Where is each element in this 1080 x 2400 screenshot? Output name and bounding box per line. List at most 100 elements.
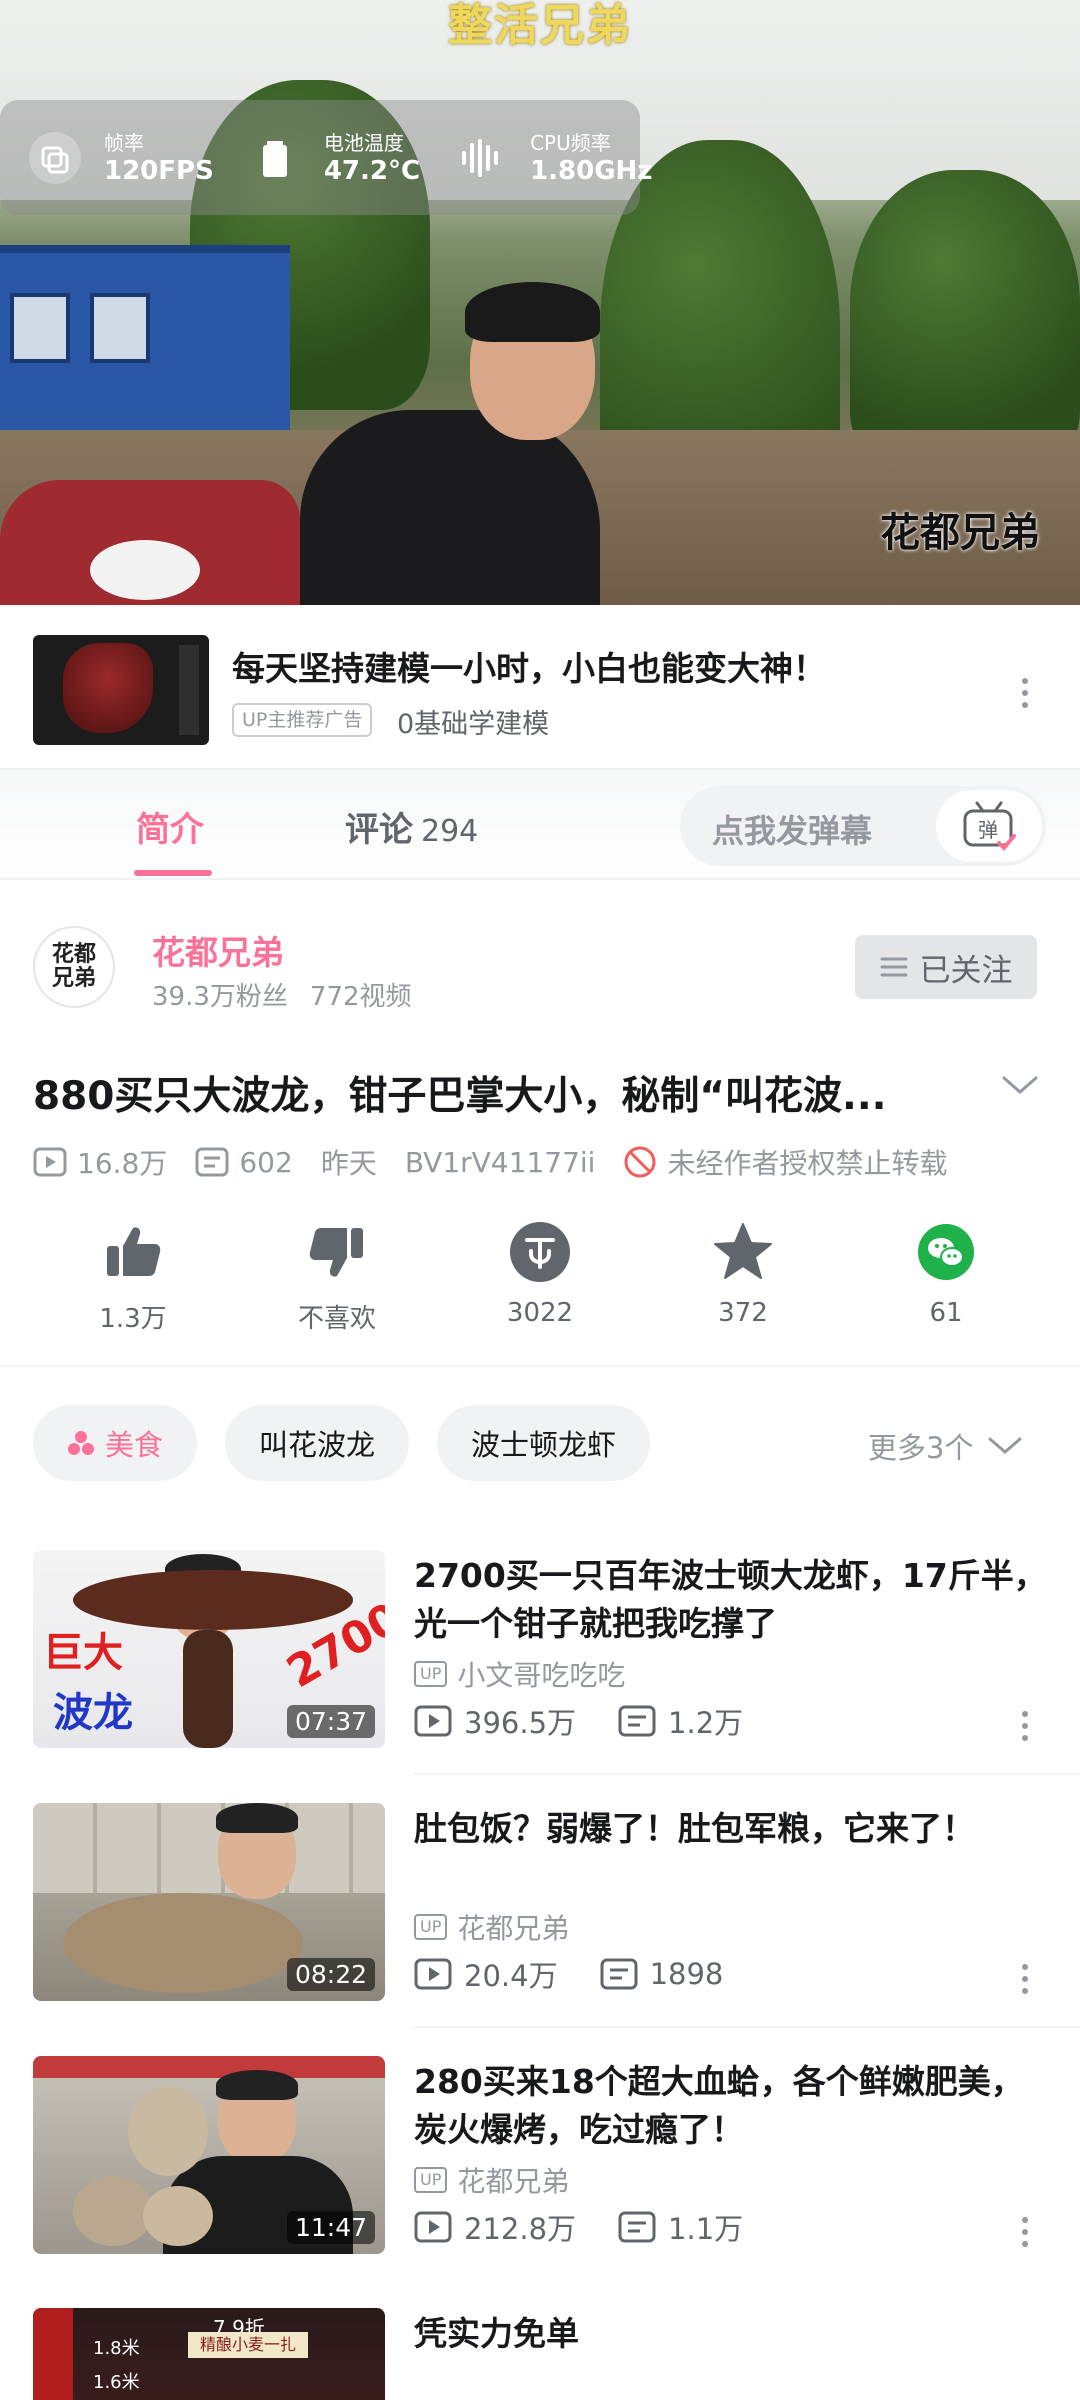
share-button[interactable]: 61: [871, 1220, 1021, 1328]
tab-intro[interactable]: 简介: [136, 802, 204, 851]
section-divider: [0, 1365, 1080, 1367]
video-scene-tree: [850, 170, 1080, 470]
more-tags-label: 更多3个: [868, 1431, 974, 1465]
danmaku-count: 602: [195, 1146, 293, 1179]
cpu-stat: CPU频率 1.80GHz: [454, 130, 652, 186]
tag-chip[interactable]: 叫花波龙: [225, 1405, 410, 1481]
video-duration: 11:47: [286, 2211, 375, 2244]
video-meta: 16.8万 602 昨天 BV1rV41177ii 未经作者授权禁止转载: [33, 1142, 975, 1182]
related-thumbnail[interactable]: 巨大 波龙 2700 07:37: [33, 1550, 385, 1748]
danmaku-count-icon: [600, 1958, 638, 1990]
cpu-freq-value: 1.80GHz: [530, 155, 653, 186]
cpu-freq-label: CPU频率: [530, 130, 611, 155]
related-views: 20.4万: [414, 1953, 558, 1995]
video-duration: 08:22: [286, 1958, 375, 1991]
related-thumbnail[interactable]: 7.9折 1.8米 精酿小麦一扎 1.6米: [33, 2308, 385, 2400]
battery-stat: 电池温度 47.2°C: [248, 130, 420, 186]
follow-label: 已关注: [919, 952, 1013, 989]
tab-active-indicator: [134, 870, 212, 876]
ad-thumbnail[interactable]: [33, 635, 209, 745]
ad-title[interactable]: 每天坚持建模一小时，小白也能变大神！: [232, 642, 826, 690]
related-title[interactable]: 2700买一只百年波士顿大龙虾，17斤半，光一个钳子就把我吃撑了: [414, 1552, 1054, 1648]
coin-icon: [508, 1220, 572, 1284]
related-title[interactable]: 肚包饭？弱爆了！肚包军粮，它来了！: [414, 1805, 1054, 1853]
related-thumbnail[interactable]: 11:47: [33, 2056, 385, 2254]
tab-comments-label: 评论: [345, 810, 413, 850]
up-badge: UP: [414, 2167, 448, 2193]
follow-button[interactable]: 已关注: [855, 935, 1037, 999]
related-video-item[interactable]: 11:47 280买来18个超大血蛤，各个鲜嫩肥美，炭火爆烤，吃过瘾了！ UP 花…: [0, 2056, 1080, 2256]
danmaku-input[interactable]: 点我发弹幕 弹: [680, 786, 1046, 866]
fps-value: 120FPS: [104, 155, 214, 186]
video-duration: 07:37: [286, 1705, 375, 1738]
video-title[interactable]: 880买只大波龙，钳子巴掌大小，秘制“叫花波...: [33, 1065, 993, 1121]
more-icon[interactable]: [1020, 1961, 1030, 1997]
tab-comments[interactable]: 评论 294: [345, 802, 478, 851]
copyright-text: 未经作者授权禁止转载: [667, 1147, 948, 1180]
danmaku-count-icon: [618, 1705, 656, 1737]
related-views-value: 212.8万: [464, 2212, 577, 2246]
up-badge: UP: [414, 1914, 448, 1940]
more-icon[interactable]: [1020, 2214, 1030, 2250]
related-uploader-name: 小文哥吃吃吃: [457, 1659, 626, 1692]
video-overlay-title: 整活兄弟: [448, 0, 632, 51]
chevron-down-icon[interactable]: [1000, 1073, 1040, 1097]
tag-chip-food[interactable]: 美食: [33, 1405, 198, 1481]
more-tags-button[interactable]: 更多3个: [868, 1425, 1023, 1467]
related-views-value: 20.4万: [464, 1959, 558, 1993]
uploader-avatar[interactable]: 花都兄弟: [33, 926, 115, 1008]
tab-comments-count: 294: [421, 814, 479, 849]
video-scene-container: [0, 245, 290, 435]
tag-chip-label: 美食: [105, 1428, 164, 1462]
list-divider: [414, 1773, 1080, 1775]
related-title[interactable]: 凭实力免单: [414, 2310, 1054, 2358]
danmaku-button-text: 弹: [978, 818, 998, 842]
like-button[interactable]: 1.3万: [58, 1220, 208, 1335]
battery-temp-label: 电池温度: [323, 130, 404, 155]
related-stats: 396.5万 1.2万: [414, 1700, 785, 1742]
more-icon[interactable]: [1020, 1708, 1030, 1744]
related-views: 212.8万: [414, 2206, 576, 2248]
tag-chip[interactable]: 波士顿龙虾: [437, 1405, 651, 1481]
play-count-icon: [414, 2211, 452, 2243]
related-uploader-name: 花都兄弟: [457, 2165, 570, 2198]
battery-icon: [248, 131, 302, 185]
view-count-value: 16.8万: [77, 1147, 168, 1180]
favorite-button[interactable]: 372: [668, 1220, 818, 1328]
thumb-caption: 1.8米: [93, 2338, 140, 2359]
video-scene-scooter: [0, 480, 300, 605]
play-count-icon: [33, 1147, 67, 1177]
ad-badge: UP主推荐广告: [232, 703, 373, 737]
share-count: 61: [929, 1298, 963, 1328]
danmaku-placeholder: 点我发弹幕: [712, 812, 873, 850]
list-divider: [414, 2026, 1080, 2028]
video-scene-person: [300, 282, 600, 605]
related-video-item[interactable]: 巨大 波龙 2700 07:37 2700买一只百年波士顿大龙虾，17斤半，光一…: [0, 1550, 1080, 1750]
video-player[interactable]: 整活兄弟 帧率 120FPS 电池温度 47.2°C CPU频率 1.80GHz…: [0, 0, 1080, 605]
uploader-fans: 39.3万粉丝: [152, 982, 288, 1012]
related-video-item[interactable]: 08:22 肚包饭？弱爆了！肚包军粮，它来了！ UP 花都兄弟 20.4万 189…: [0, 1803, 1080, 2003]
related-danmaku: 1898: [600, 1957, 724, 1991]
related-thumbnail[interactable]: 08:22: [33, 1803, 385, 2001]
fps-stat: 帧率 120FPS: [28, 130, 214, 186]
performance-overlay: 帧率 120FPS 电池温度 47.2°C CPU频率 1.80GHz: [0, 100, 652, 215]
thumbs-down-icon: [305, 1220, 369, 1284]
thumb-caption: 精酿小麦一扎: [188, 2332, 308, 2358]
up-badge: UP: [414, 1661, 448, 1687]
dislike-button[interactable]: 不喜欢: [262, 1220, 412, 1335]
favorite-count: 372: [718, 1298, 768, 1328]
related-danmaku: 1.1万: [618, 2206, 743, 2248]
related-title[interactable]: 280买来18个超大血蛤，各个鲜嫩肥美，炭火爆烤，吃过瘾了！: [414, 2058, 1054, 2154]
related-danmaku-value: 1.2万: [668, 1706, 744, 1740]
related-views: 396.5万: [414, 1700, 576, 1742]
related-video-item[interactable]: 7.9折 1.8米 精酿小麦一扎 1.6米 凭实力免单: [0, 2308, 1080, 2400]
related-danmaku-value: 1898: [649, 1957, 724, 1991]
publish-date: 昨天: [320, 1147, 377, 1180]
ad-more-icon[interactable]: [1020, 675, 1030, 711]
coin-button[interactable]: 3022: [465, 1220, 615, 1328]
related-uploader: UP 花都兄弟: [414, 2160, 569, 2200]
ad-card[interactable]: 每天坚持建模一小时，小白也能变大神！ UP主推荐广告 0基础学建模: [0, 605, 1080, 770]
danmaku-toggle-button[interactable]: 弹: [936, 790, 1042, 862]
danmaku-count-icon: [195, 1147, 229, 1177]
uploader-name[interactable]: 花都兄弟: [152, 926, 284, 974]
